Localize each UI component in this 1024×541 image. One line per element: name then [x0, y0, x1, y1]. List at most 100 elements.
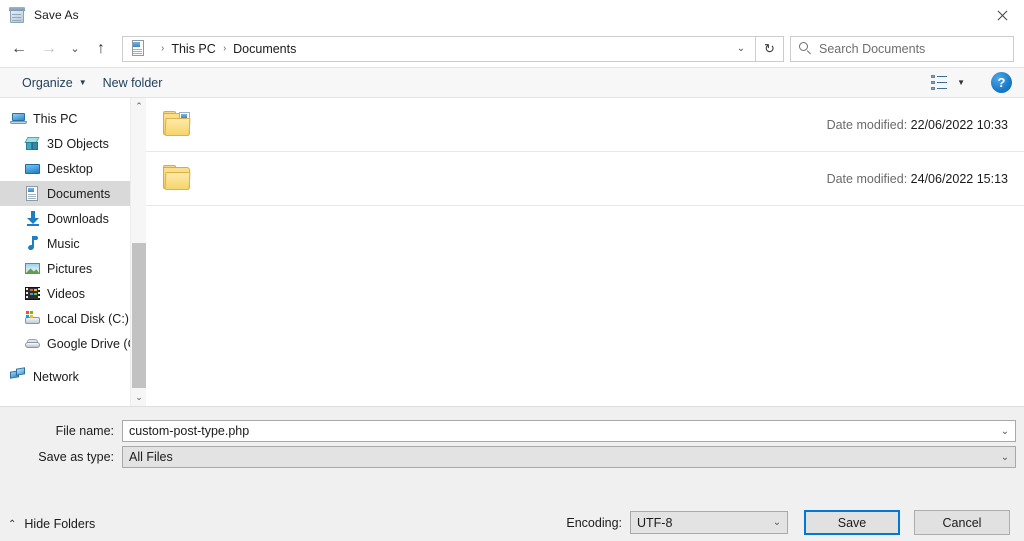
- save-as-type-select[interactable]: All Files ⌄: [122, 446, 1016, 468]
- toolbar: Organize ▼ New folder ▼ ?: [0, 67, 1024, 98]
- encoding-label: Encoding:: [566, 516, 622, 530]
- search-icon: [797, 41, 813, 57]
- sidebar-item-label: 3D Objects: [47, 137, 109, 151]
- pictures-icon: [24, 260, 41, 277]
- breadcrumb-separator: ›: [161, 43, 164, 54]
- sidebar-item-downloads[interactable]: Downloads: [0, 206, 146, 231]
- file-name-value: custom-post-type.php: [123, 424, 249, 438]
- sidebar-item-label: Videos: [47, 287, 85, 301]
- window-title: Save As: [34, 8, 79, 22]
- sidebar-item-desktop[interactable]: Desktop: [0, 156, 146, 181]
- file-name-label: File name:: [0, 424, 122, 438]
- scroll-up-button[interactable]: ⌃: [131, 98, 146, 115]
- save-as-type-value: All Files: [123, 450, 173, 464]
- sidebar-item-documents[interactable]: Documents: [0, 181, 146, 206]
- sidebar-item-label: Music: [47, 237, 80, 251]
- sidebar-item-label: Downloads: [47, 212, 109, 226]
- music-icon: [24, 235, 41, 252]
- file-list[interactable]: Date modified: 22/06/2022 10:33 Date mod…: [146, 98, 1024, 406]
- close-icon: [996, 10, 1007, 21]
- file-date-cell: Date modified: 24/06/2022 15:13: [827, 172, 1024, 186]
- date-modified-value: 24/06/2022 15:13: [911, 172, 1008, 186]
- table-row[interactable]: Date modified: 24/06/2022 15:13: [146, 152, 1024, 206]
- sidebar-item-google-drive[interactable]: Google Drive (G:: [0, 331, 146, 356]
- save-button[interactable]: Save: [804, 510, 900, 535]
- sidebar-item-network[interactable]: Network: [0, 364, 146, 389]
- change-view-button[interactable]: ▼: [927, 71, 969, 95]
- folder-with-document-icon: [163, 111, 195, 138]
- encoding-select[interactable]: UTF-8 ⌄: [630, 511, 788, 534]
- refresh-button[interactable]: ↻: [756, 36, 784, 62]
- action-row: Encoding: UTF-8 ⌄ Save Cancel: [566, 510, 1010, 535]
- bottom-panel: File name: custom-post-type.php ⌄ Save a…: [0, 407, 1024, 541]
- list-view-icon: [931, 75, 948, 90]
- date-modified-label: Date modified:: [827, 118, 908, 132]
- table-row[interactable]: Date modified: 22/06/2022 10:33: [146, 98, 1024, 152]
- documents-folder-icon: [130, 40, 147, 57]
- breadcrumb-item-documents[interactable]: Documents: [233, 42, 296, 56]
- cancel-button[interactable]: Cancel: [914, 510, 1010, 535]
- sidebar-item-label: Google Drive (G:: [47, 337, 141, 351]
- scroll-down-button[interactable]: ⌄: [131, 389, 146, 406]
- sidebar-scrollbar[interactable]: ⌃ ⌄: [130, 98, 146, 406]
- navigation-bar: ← → ⌄ ↑ › This PC › Documents ⌄ ↻ Searc: [0, 30, 1024, 67]
- back-button[interactable]: ←: [4, 35, 34, 63]
- recent-locations-button[interactable]: ⌄: [64, 35, 86, 63]
- sidebar-item-videos[interactable]: Videos: [0, 281, 146, 306]
- network-icon: [10, 368, 27, 385]
- videos-icon: [24, 285, 41, 302]
- scrollbar-thumb[interactable]: [132, 243, 146, 388]
- chevron-down-icon[interactable]: ⌄: [767, 512, 787, 532]
- up-button[interactable]: ↑: [86, 35, 116, 63]
- navigation-pane: This PC 3D Objects Desktop: [0, 98, 146, 406]
- help-button[interactable]: ?: [991, 72, 1012, 93]
- sidebar-item-label: Documents: [47, 187, 110, 201]
- chevron-down-icon: ▼: [957, 78, 965, 87]
- local-disk-icon: [24, 310, 41, 327]
- sidebar-item-3d-objects[interactable]: 3D Objects: [0, 131, 146, 156]
- google-drive-icon: [24, 335, 41, 352]
- notepad-icon: [9, 7, 26, 24]
- date-modified-value: 22/06/2022 10:33: [911, 118, 1008, 132]
- desktop-icon: [24, 160, 41, 177]
- date-modified-label: Date modified:: [827, 172, 908, 186]
- file-date-cell: Date modified: 22/06/2022 10:33: [827, 118, 1024, 132]
- save-as-type-row: Save as type: All Files ⌄: [0, 446, 1024, 468]
- save-as-type-label: Save as type:: [0, 450, 122, 464]
- sidebar-item-label: Local Disk (C:): [47, 312, 129, 326]
- documents-icon: [24, 185, 41, 202]
- search-placeholder: Search Documents: [819, 42, 925, 56]
- breadcrumb-separator: ›: [223, 43, 226, 54]
- forward-button[interactable]: →: [34, 35, 64, 63]
- breadcrumb-item-this-pc[interactable]: This PC: [171, 42, 215, 56]
- close-button[interactable]: [978, 0, 1024, 30]
- sidebar-item-this-pc[interactable]: This PC: [0, 106, 146, 131]
- downloads-icon: [24, 210, 41, 227]
- sidebar-item-label: Network: [33, 370, 79, 384]
- search-input[interactable]: Search Documents: [790, 36, 1014, 62]
- hide-folders-button[interactable]: ⌃ Hide Folders: [8, 517, 95, 531]
- sidebar-item-label: Desktop: [47, 162, 93, 176]
- sidebar-item-pictures[interactable]: Pictures: [0, 256, 146, 281]
- file-name-row: File name: custom-post-type.php ⌄: [0, 420, 1024, 442]
- sidebar-item-label: This PC: [33, 112, 77, 126]
- chevron-down-icon[interactable]: ⌄: [727, 37, 755, 61]
- this-pc-icon: [10, 110, 27, 127]
- sidebar-item-local-disk[interactable]: Local Disk (C:): [0, 306, 146, 331]
- breadcrumb[interactable]: › This PC › Documents ⌄: [122, 36, 756, 62]
- hide-folders-label: Hide Folders: [24, 517, 95, 531]
- chevron-down-icon: ▼: [79, 78, 87, 87]
- 3d-objects-icon: [24, 135, 41, 152]
- chevron-down-icon[interactable]: ⌄: [995, 421, 1015, 441]
- sidebar-item-label: Pictures: [47, 262, 92, 276]
- chevron-up-icon: ⌃: [8, 519, 16, 530]
- organize-button[interactable]: Organize ▼: [14, 71, 95, 95]
- folder-icon: [163, 165, 195, 192]
- new-folder-button[interactable]: New folder: [95, 71, 171, 95]
- encoding-value: UTF-8: [631, 516, 672, 530]
- organize-label: Organize: [22, 76, 73, 90]
- file-name-input[interactable]: custom-post-type.php ⌄: [122, 420, 1016, 442]
- chevron-down-icon[interactable]: ⌄: [995, 447, 1015, 467]
- save-as-dialog: Save As ← → ⌄ ↑ › This PC › Documents ⌄ …: [0, 0, 1024, 541]
- sidebar-item-music[interactable]: Music: [0, 231, 146, 256]
